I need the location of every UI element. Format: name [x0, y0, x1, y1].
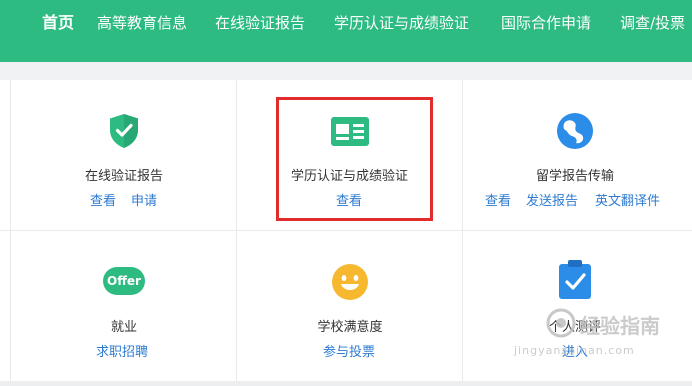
study-abroad-send-report-link[interactable]: 发送报告: [526, 190, 578, 209]
offer-badge-text: Offer: [107, 274, 141, 288]
nav-separator: [0, 62, 692, 80]
online-report-view-link[interactable]: 查看: [90, 190, 116, 209]
globe-icon: [556, 112, 594, 150]
watermark-logo-icon: [546, 308, 576, 338]
study-abroad-view-link[interactable]: 查看: [485, 190, 511, 209]
watermark-domain: jingyanzhinan.com: [514, 344, 635, 357]
school-satisfaction-label: 学校满意度: [317, 320, 383, 335]
smiley-icon: [331, 263, 369, 301]
panel-bottom-edge: [0, 381, 692, 386]
nav-survey-vote[interactable]: 调查/投票: [620, 12, 685, 34]
employment-label: 就业: [110, 320, 137, 335]
nav-international-cooperation[interactable]: 国际合作申请: [501, 12, 591, 34]
online-report-label: 在线验证报告: [84, 169, 163, 184]
study-abroad-label: 留学报告传输: [535, 169, 614, 184]
nav-home[interactable]: 首页: [42, 12, 74, 34]
grid-divider: [0, 230, 692, 231]
employment-job-recruit-link[interactable]: 求职招聘: [96, 341, 148, 360]
watermark-title: 经验指南: [580, 314, 660, 338]
school-satisfaction-vote-link[interactable]: 参与投票: [323, 341, 375, 360]
highlight-box: [276, 97, 433, 221]
nav-higher-education-info[interactable]: 高等教育信息: [97, 12, 187, 34]
offer-badge-icon: Offer: [103, 267, 145, 295]
clipboard-check-icon: [558, 260, 592, 300]
shield-check-icon: [108, 113, 140, 149]
nav-online-verification-report[interactable]: 在线验证报告: [215, 12, 305, 34]
study-abroad-english-translation-link[interactable]: 英文翻译件: [595, 190, 660, 209]
online-report-apply-link[interactable]: 申请: [131, 190, 157, 209]
top-navbar: 首页 高等教育信息 在线验证报告 学历认证与成绩验证 国际合作申请 调查/投票: [0, 0, 692, 62]
nav-degree-certification[interactable]: 学历认证与成绩验证: [334, 12, 469, 34]
